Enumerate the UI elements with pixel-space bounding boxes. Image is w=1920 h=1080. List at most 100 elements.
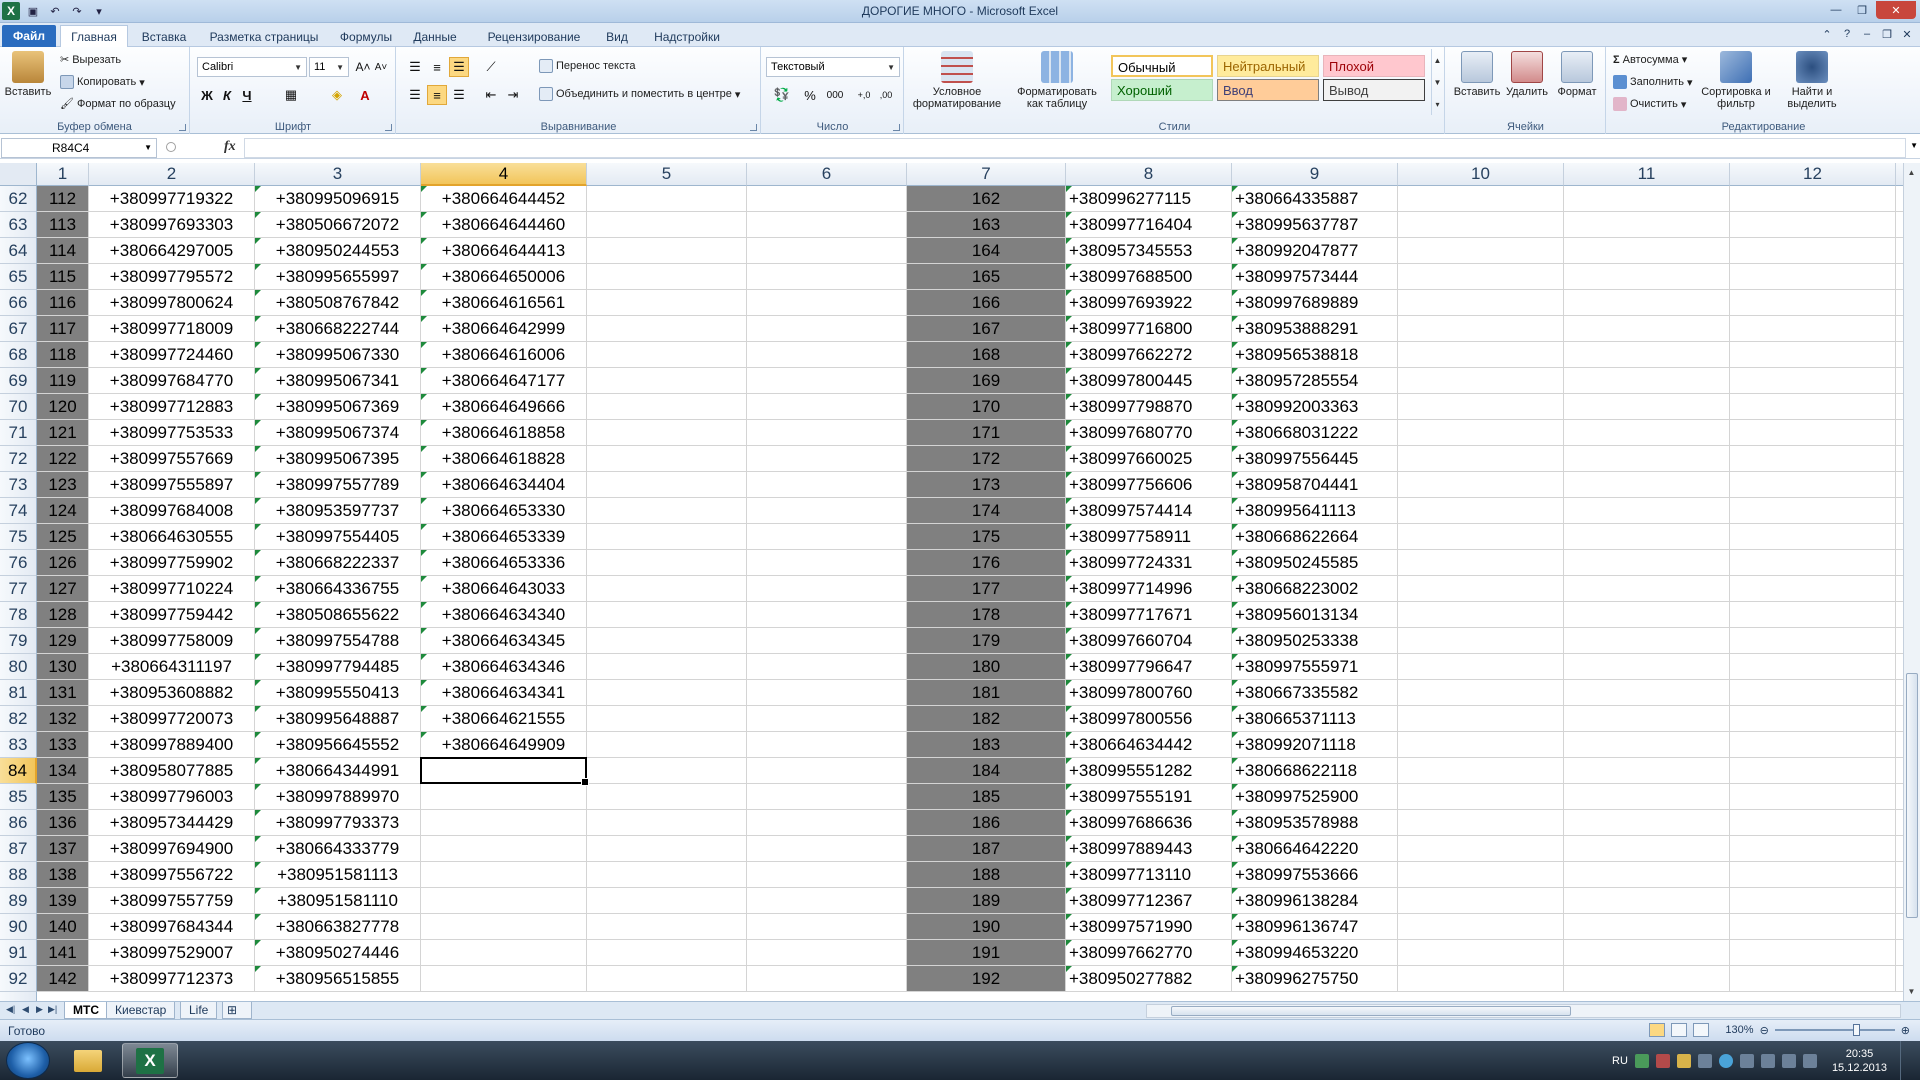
minimize-icon[interactable]: — [1824, 1, 1848, 19]
cell-r86-c13[interactable] [1896, 810, 1903, 836]
cell-r84-c8[interactable]: +380995551282 [1066, 758, 1232, 784]
cell-r82-c10[interactable] [1398, 706, 1564, 732]
column-header-5[interactable]: 5 [587, 163, 747, 186]
cell-r70-c4[interactable]: +380664649666 [421, 394, 587, 420]
cell-r89-c5[interactable] [587, 888, 747, 914]
cell-r89-c3[interactable]: +380951581110 [255, 888, 421, 914]
cell-r74-c3[interactable]: +380953597737 [255, 498, 421, 524]
style-cell-1[interactable]: Нейтральный [1217, 55, 1319, 77]
cell-r64-c13[interactable] [1896, 238, 1903, 264]
cell-r92-c4[interactable] [421, 966, 587, 992]
cell-r78-c7[interactable]: 178 [907, 602, 1066, 628]
cell-r66-c12[interactable] [1730, 290, 1896, 316]
cell-r65-c6[interactable] [747, 264, 907, 290]
cell-r62-c2[interactable]: +380997719322 [89, 186, 255, 212]
cell-r72-c4[interactable]: +380664618828 [421, 446, 587, 472]
tab-addins[interactable]: Надстройки [644, 26, 730, 47]
cell-r85-c13[interactable] [1896, 784, 1903, 810]
cell-r68-c4[interactable]: +380664616006 [421, 342, 587, 368]
row-header-73[interactable]: 73 [0, 472, 37, 498]
align-middle-icon[interactable]: ≡ [427, 57, 447, 77]
cell-r75-c11[interactable] [1564, 524, 1730, 550]
cell-r90-c10[interactable] [1398, 914, 1564, 940]
cell-r78-c11[interactable] [1564, 602, 1730, 628]
row-header-68[interactable]: 68 [0, 342, 37, 368]
cell-r87-c12[interactable] [1730, 836, 1896, 862]
styles-scroll[interactable]: ▲ ▼ ▾ [1431, 49, 1443, 115]
cell-r89-c9[interactable]: +380996138284 [1232, 888, 1398, 914]
scroll-down-icon[interactable]: ▼ [1904, 984, 1919, 999]
cell-r87-c6[interactable] [747, 836, 907, 862]
zoom-knob[interactable] [1852, 1024, 1860, 1036]
vertical-scrollbar[interactable]: ▲ ▼ [1903, 163, 1920, 1001]
cell-r69-c1[interactable]: 119 [37, 368, 89, 394]
cell-r82-c1[interactable]: 132 [37, 706, 89, 732]
cell-r85-c2[interactable]: +380997796003 [89, 784, 255, 810]
active-cell-selection[interactable] [420, 757, 589, 786]
cell-r91-c3[interactable]: +380950274446 [255, 940, 421, 966]
cell-r81-c12[interactable] [1730, 680, 1896, 706]
cell-r77-c3[interactable]: +380664336755 [255, 576, 421, 602]
cell-r65-c10[interactable] [1398, 264, 1564, 290]
cell-r84-c2[interactable]: +380958077885 [89, 758, 255, 784]
row-header-90[interactable]: 90 [0, 914, 37, 940]
cell-r72-c5[interactable] [587, 446, 747, 472]
cell-r72-c13[interactable] [1896, 446, 1903, 472]
cell-r89-c1[interactable]: 139 [37, 888, 89, 914]
cell-r82-c3[interactable]: +380995648887 [255, 706, 421, 732]
cell-r63-c10[interactable] [1398, 212, 1564, 238]
format-painter-button[interactable]: 🖌 Формат по образцу [60, 97, 176, 111]
italic-button[interactable]: К [217, 85, 237, 105]
row-header-67[interactable]: 67 [0, 316, 37, 342]
row-header-86[interactable]: 86 [0, 810, 37, 836]
cell-r89-c11[interactable] [1564, 888, 1730, 914]
tray-network-icon[interactable] [1634, 1053, 1649, 1068]
cell-r83-c10[interactable] [1398, 732, 1564, 758]
cell-r65-c2[interactable]: +380997795572 [89, 264, 255, 290]
cell-r85-c10[interactable] [1398, 784, 1564, 810]
cell-r77-c10[interactable] [1398, 576, 1564, 602]
cell-r79-c9[interactable]: +380950253338 [1232, 628, 1398, 654]
cell-r90-c13[interactable] [1896, 914, 1903, 940]
cell-r91-c9[interactable]: +380994653220 [1232, 940, 1398, 966]
font-size-combo[interactable]: 11 ▼ [309, 57, 349, 77]
cell-r67-c4[interactable]: +380664642999 [421, 316, 587, 342]
cell-r85-c7[interactable]: 185 [907, 784, 1066, 810]
cell-r82-c12[interactable] [1730, 706, 1896, 732]
cell-r76-c3[interactable]: +380668222337 [255, 550, 421, 576]
shrink-font-icon[interactable]: A˅ [371, 57, 391, 77]
cell-r75-c13[interactable] [1896, 524, 1903, 550]
cell-r64-c10[interactable] [1398, 238, 1564, 264]
cell-r83-c6[interactable] [747, 732, 907, 758]
cell-r92-c11[interactable] [1564, 966, 1730, 992]
column-header-10[interactable]: 10 [1398, 163, 1564, 186]
style-cell-3[interactable]: Хороший [1111, 79, 1213, 101]
cell-r91-c7[interactable]: 191 [907, 940, 1066, 966]
cell-r65-c1[interactable]: 115 [37, 264, 89, 290]
cell-r67-c12[interactable] [1730, 316, 1896, 342]
normal-view-icon[interactable] [1649, 1023, 1666, 1037]
insert-function-icon[interactable]: fx [224, 139, 236, 155]
cell-r69-c5[interactable] [587, 368, 747, 394]
cell-r77-c11[interactable] [1564, 576, 1730, 602]
align-bottom-icon[interactable]: ☰ [449, 57, 469, 77]
cell-r72-c6[interactable] [747, 446, 907, 472]
cell-r62-c3[interactable]: +380995096915 [255, 186, 421, 212]
cell-r74-c13[interactable] [1896, 498, 1903, 524]
decrease-decimal-icon[interactable]: ,00 [876, 85, 896, 105]
cell-r69-c6[interactable] [747, 368, 907, 394]
number-format-combo[interactable]: Текстовый ▼ [766, 57, 900, 77]
cell-r90-c5[interactable] [587, 914, 747, 940]
cell-r74-c1[interactable]: 124 [37, 498, 89, 524]
cell-r73-c3[interactable]: +380997557789 [255, 472, 421, 498]
cell-r69-c8[interactable]: +380997800445 [1066, 368, 1232, 394]
cell-r62-c9[interactable]: +380664335887 [1232, 186, 1398, 212]
merge-center-button[interactable]: Объединить и поместить в центре ▾ [539, 87, 740, 101]
taskbar-explorer[interactable] [60, 1043, 116, 1078]
cell-r88-c4[interactable] [421, 862, 587, 888]
cell-r86-c5[interactable] [587, 810, 747, 836]
cell-r92-c10[interactable] [1398, 966, 1564, 992]
cell-r70-c1[interactable]: 120 [37, 394, 89, 420]
cell-r79-c10[interactable] [1398, 628, 1564, 654]
cell-r64-c5[interactable] [587, 238, 747, 264]
